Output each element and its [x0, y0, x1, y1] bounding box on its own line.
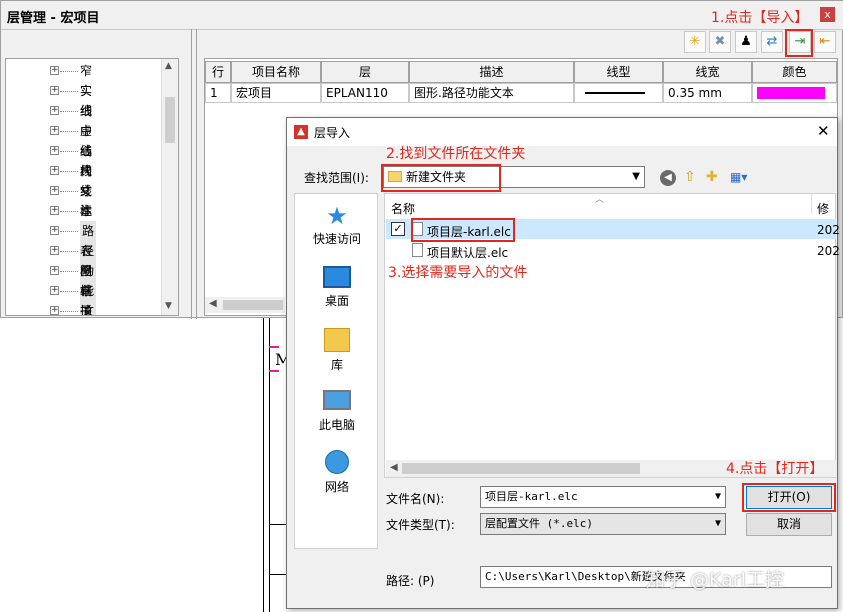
cell-row-number[interactable]: 1	[205, 83, 231, 103]
annotation-step3: 3.选择需要导入的文件	[388, 265, 528, 281]
back-icon[interactable]: ◀	[660, 170, 676, 186]
file-date: 202	[817, 223, 840, 237]
view-menu-icon[interactable]: ▦▾	[730, 170, 752, 184]
filename-input[interactable]: 项目层-karl.elc ▼	[480, 486, 726, 508]
cell-desc[interactable]: 图形.路径功能文本	[409, 83, 574, 103]
filename-value: 项目层-karl.elc	[485, 490, 578, 503]
filetype-value: 层配置文件 (*.elc)	[485, 517, 593, 530]
file-date: 202	[817, 244, 840, 258]
filetype-label: 文件类型(T):	[386, 518, 455, 532]
annotation-step4: 4.点击【打开】	[726, 461, 824, 477]
col-header-linetype: 线型	[574, 61, 663, 83]
quick-access-item[interactable]: ★ 快速访问	[295, 202, 379, 247]
delete-layer-button[interactable]: ✖	[709, 31, 731, 53]
layer-tree[interactable]: +窄实线 +实线 +细虚线 +中心线 +结构线 +尺寸标注 +文本 +注释文本 …	[5, 58, 179, 316]
col-header-name: 项目名称	[231, 61, 321, 83]
up-folder-icon[interactable]: ⇧	[684, 169, 696, 185]
cell-color[interactable]	[752, 83, 837, 103]
new-folder-icon[interactable]: ✚	[706, 169, 718, 185]
col-header-name[interactable]: 名称	[391, 200, 415, 217]
file-name[interactable]: 项目默认层.elc	[427, 244, 508, 261]
network-icon	[325, 450, 349, 474]
warning-icon: ▲	[294, 125, 308, 139]
import-highlight	[785, 29, 813, 57]
computer-icon	[323, 390, 351, 410]
tree-item-label[interactable]: 插头定义	[80, 301, 92, 315]
library-icon	[324, 328, 350, 352]
cancel-button[interactable]: 取消	[746, 513, 832, 536]
place-label: 快速访问	[312, 232, 361, 246]
cell-linetype[interactable]	[574, 83, 663, 103]
annotation-step1: 1.点击【导入】	[711, 10, 809, 26]
window-title: 层管理 - 宏项目	[7, 11, 100, 26]
cell-layer[interactable]: EPLAN110	[321, 83, 409, 103]
star-icon: ★	[326, 202, 348, 230]
annotation-step2: 2.找到文件所在文件夹	[386, 146, 526, 162]
file-highlight	[411, 218, 515, 242]
place-label: 此电脑	[318, 418, 355, 432]
path-label: 路径: (P)	[386, 574, 435, 588]
chevron-down-icon: ▼	[714, 491, 721, 502]
watermark: 知乎 @Karl工控	[646, 569, 784, 591]
filetype-select[interactable]: 层配置文件 (*.elc) ▼	[480, 513, 726, 535]
network-item[interactable]: 网络	[295, 448, 379, 495]
cell-name[interactable]: 宏项目	[231, 83, 321, 103]
col-header-color: 颜色	[752, 61, 837, 83]
library-item[interactable]: 库	[295, 326, 379, 373]
export-button[interactable]: ⇤	[814, 31, 836, 53]
place-label: 桌面	[324, 294, 349, 308]
new-layer-button[interactable]: ✳	[684, 31, 706, 53]
dialog-title: 层导入	[314, 126, 351, 140]
find-icon[interactable]: ♟	[735, 31, 757, 53]
file-icon	[412, 243, 423, 257]
places-bar: ★ 快速访问 桌面 库 此电脑 网络	[294, 193, 378, 549]
color-swatch	[757, 87, 825, 99]
col-header-desc: 描述	[409, 61, 574, 83]
file-checkbox[interactable]: ✓	[391, 222, 405, 236]
col-header-row: 行	[205, 61, 231, 83]
table-hscroll[interactable]: ◀	[205, 297, 285, 313]
dialog-close-button[interactable]: ✕	[817, 122, 830, 140]
tree-scrollbar[interactable]: ▲ ▼	[161, 59, 178, 315]
chevron-down-icon: ▼	[714, 518, 721, 529]
col-header-layer: 层	[321, 61, 409, 83]
filename-label: 文件名(N):	[386, 492, 445, 506]
sort-arrow-icon: ︿	[595, 195, 605, 205]
refresh-icon[interactable]: ⇄	[761, 31, 783, 53]
desktop-icon	[323, 266, 351, 288]
desktop-item[interactable]: 桌面	[295, 264, 379, 309]
lookin-label: 查找范围(I):	[304, 171, 369, 185]
dialog-title-bar	[287, 118, 837, 146]
place-label: 库	[330, 358, 343, 372]
this-pc-item[interactable]: 此电脑	[295, 386, 379, 433]
file-list[interactable]: ︿ 名称 修改 ✓ 项目层-karl.elc 202 项目默认层.elc 202…	[384, 193, 840, 478]
col-header-linewidth: 线宽	[663, 61, 752, 83]
window-close-button[interactable]: x	[820, 7, 835, 22]
chevron-down-icon: ▼	[632, 171, 640, 182]
lookin-highlight	[381, 164, 501, 192]
cell-linewidth[interactable]: 0.35 mm	[663, 83, 752, 103]
open-highlight	[742, 483, 836, 512]
line-sample	[585, 92, 645, 94]
place-label: 网络	[324, 480, 349, 494]
